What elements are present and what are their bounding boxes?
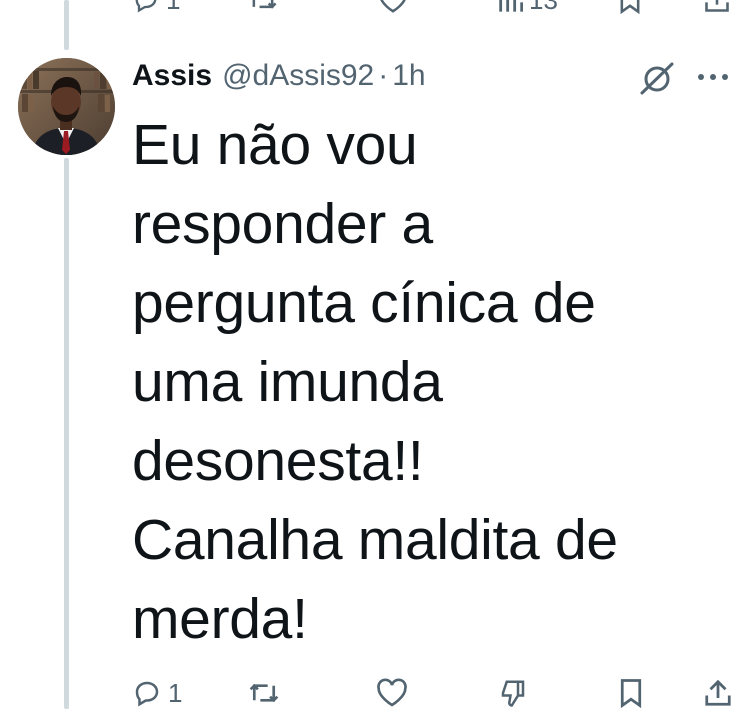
tweet-text: Eu não vou responder a pergunta cínica d… bbox=[132, 106, 732, 659]
downvote-icon bbox=[501, 680, 525, 707]
separator-dot: · bbox=[378, 59, 389, 92]
tweet-actions: 1 bbox=[0, 676, 749, 712]
share-icon bbox=[705, 679, 731, 706]
share-button[interactable] bbox=[703, 678, 733, 708]
previous-views-count: 13 bbox=[529, 0, 558, 15]
avatar-image bbox=[18, 58, 115, 155]
display-name[interactable]: Assis bbox=[132, 59, 212, 93]
more-button[interactable] bbox=[695, 62, 731, 92]
bookmark-icon bbox=[620, 0, 640, 14]
reply-count: 1 bbox=[168, 678, 183, 708]
reply-button[interactable]: 1 bbox=[132, 678, 182, 708]
previous-bookmark-button[interactable] bbox=[617, 0, 643, 14]
previous-retweet-button[interactable] bbox=[247, 0, 279, 14]
heart-icon bbox=[377, 678, 407, 707]
user-handle[interactable]: @dAssis92 bbox=[222, 59, 374, 93]
tweet-text-line: merda! bbox=[132, 587, 308, 651]
bookmark-button[interactable] bbox=[617, 678, 645, 708]
retweet-icon bbox=[249, 683, 279, 703]
previous-reply-button[interactable]: 1 bbox=[132, 0, 180, 14]
thread-line-bottom bbox=[64, 158, 69, 709]
reply-icon bbox=[135, 0, 157, 13]
share-icon bbox=[705, 0, 729, 12]
views-icon bbox=[499, 0, 523, 12]
retweet-icon bbox=[252, 0, 277, 9]
tweet-text-line: Eu não vou bbox=[132, 113, 418, 177]
tweet-header: Assis @dAssis92 · 1h bbox=[132, 56, 426, 96]
tweet-text-line: Canalha maldita de bbox=[132, 508, 618, 572]
like-button[interactable] bbox=[376, 678, 408, 708]
heart-icon bbox=[380, 0, 406, 13]
downvote-button[interactable] bbox=[498, 678, 528, 708]
timestamp[interactable]: 1h bbox=[392, 59, 425, 93]
previous-views-button[interactable]: 13 bbox=[497, 0, 558, 14]
avatar[interactable] bbox=[18, 58, 115, 155]
previous-tweet-actions: 1 13 bbox=[0, 0, 749, 14]
grok-icon bbox=[640, 62, 674, 95]
more-horizontal-icon bbox=[698, 74, 728, 80]
tweet-text-line: pergunta cínica de bbox=[132, 271, 596, 335]
previous-reply-count: 1 bbox=[166, 0, 181, 15]
grok-button[interactable] bbox=[637, 58, 677, 98]
retweet-button[interactable] bbox=[247, 678, 281, 708]
reply-icon bbox=[135, 681, 159, 707]
previous-like-button[interactable] bbox=[378, 0, 408, 14]
tweet-text-line: desonesta!! bbox=[132, 429, 424, 493]
tweet-text-line: uma imunda bbox=[132, 350, 443, 414]
tweet-text-line: responder a bbox=[132, 192, 433, 256]
previous-share-button[interactable] bbox=[703, 0, 731, 14]
bookmark-icon bbox=[620, 679, 642, 708]
